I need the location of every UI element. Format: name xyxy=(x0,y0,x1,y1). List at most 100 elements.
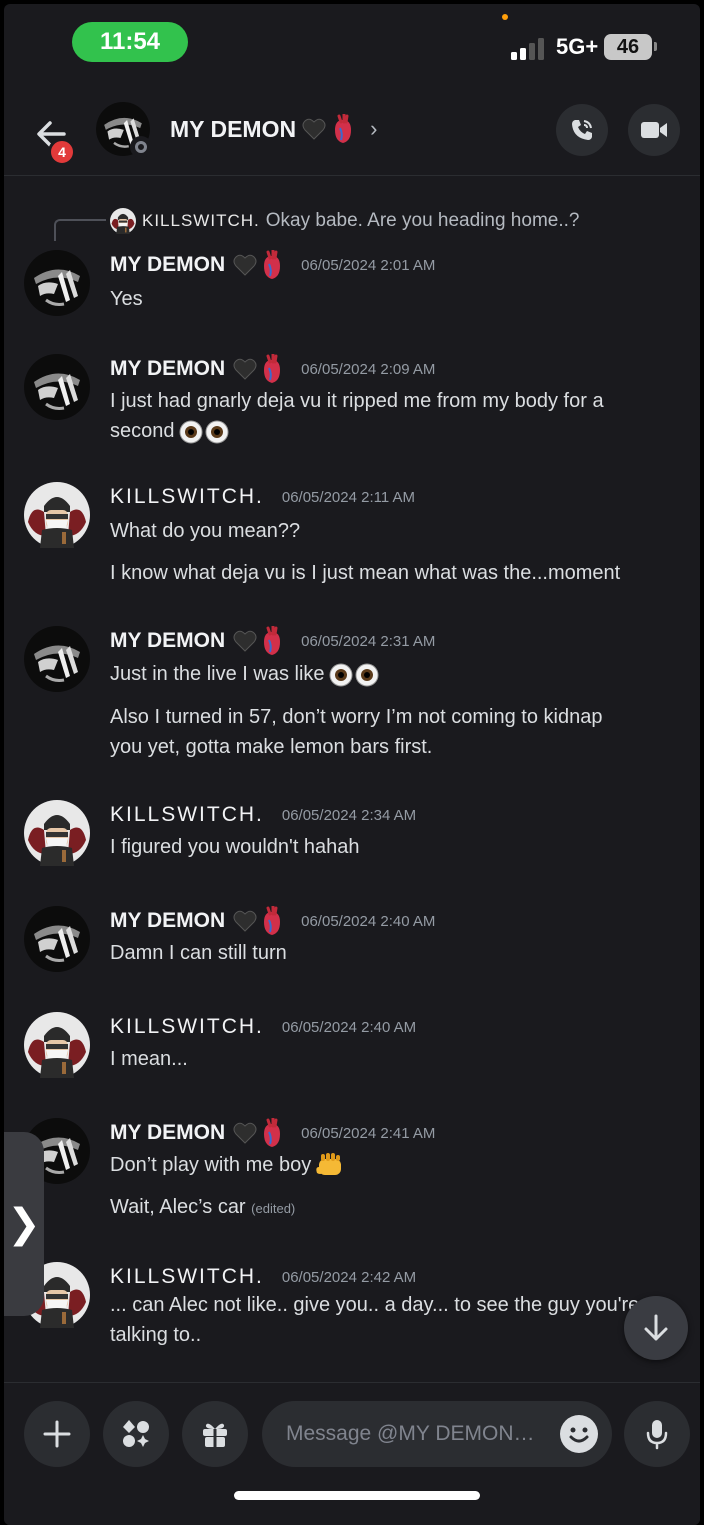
message-author[interactable]: MY DEMON xyxy=(110,253,225,277)
anatomical-heart-icon xyxy=(261,906,283,936)
avatar[interactable] xyxy=(24,354,90,420)
message-author[interactable]: MY DEMON xyxy=(110,357,225,381)
message-text: talking to.. xyxy=(110,1324,202,1346)
battery-tip xyxy=(654,42,657,51)
message-author[interactable]: KILLSWITCH. xyxy=(110,485,264,509)
message-text: Damn I can still turn xyxy=(110,942,287,964)
avatar[interactable] xyxy=(24,626,90,692)
video-call-button[interactable] xyxy=(628,104,680,156)
message-text-line: second xyxy=(110,416,680,446)
jump-to-latest-button[interactable] xyxy=(624,1296,688,1360)
avatar[interactable] xyxy=(24,482,90,548)
fist-icon xyxy=(316,1152,342,1175)
reply-text: Okay babe. Are you heading home..? xyxy=(265,210,580,231)
apps-button[interactable] xyxy=(103,1401,169,1467)
voice-call-button[interactable] xyxy=(556,104,608,156)
message-timestamp: 06/05/2024 2:40 AM xyxy=(281,1018,417,1036)
chevron-right-icon: › xyxy=(370,116,378,141)
anatomical-heart-icon xyxy=(332,114,354,144)
anatomical-heart-icon xyxy=(261,250,283,280)
message-text: I figured you wouldn't hahah xyxy=(110,836,360,858)
channel-title[interactable]: MY DEMON › xyxy=(170,114,377,144)
message-text: I just had gnarly deja vu it ripped me f… xyxy=(110,390,604,412)
message-text: Just in the live I was like xyxy=(110,663,325,685)
anatomical-heart-icon xyxy=(261,1118,283,1148)
message-text: What do you mean?? xyxy=(110,520,301,542)
signal-icon xyxy=(511,36,551,60)
message-text: Yes xyxy=(110,288,143,310)
message-list[interactable]: KILLSWITCH. Okay babe. Are you heading h… xyxy=(4,176,700,1382)
gift-icon xyxy=(203,1423,227,1447)
message-timestamp: 06/05/2024 2:40 AM xyxy=(301,912,436,930)
message-text: ... can Alec not like.. give you.. a day… xyxy=(110,1294,640,1316)
attach-button[interactable] xyxy=(24,1401,90,1467)
chat-header: 4 MY DEMON › xyxy=(4,84,700,176)
message-text-line: Wait, Alec’s car (edited) xyxy=(110,1192,680,1224)
eyes-icon xyxy=(329,663,379,687)
reply-preview[interactable]: KILLSWITCH. Okay babe. Are you heading h… xyxy=(110,208,579,234)
discord-dm-screen: 11:54 5G+ 46 4 MY DEMON › KILLSWITCH. Ok… xyxy=(4,4,700,1525)
message-timestamp: 06/05/2024 2:11 AM xyxy=(281,488,416,506)
message-author[interactable]: KILLSWITCH. xyxy=(110,803,264,827)
message-text: Don’t play with me boy xyxy=(110,1154,312,1176)
gift-button[interactable] xyxy=(182,1401,248,1467)
message-text: I know what deja vu is I just mean what … xyxy=(110,562,621,584)
voice-message-button[interactable] xyxy=(624,1401,690,1467)
message-text: Wait, Alec’s car xyxy=(110,1196,246,1218)
edited-label: (edited) xyxy=(251,1201,296,1216)
eyes-icon xyxy=(179,420,229,444)
chevron-right-icon: ❯ xyxy=(7,1202,41,1246)
phone-call-icon xyxy=(572,120,592,140)
plus-icon xyxy=(43,1420,71,1448)
black-heart-icon xyxy=(233,358,257,380)
message-author[interactable]: MY DEMON xyxy=(110,629,225,653)
avatar[interactable] xyxy=(24,906,90,972)
emoji-icon xyxy=(569,1427,589,1443)
message-text: I mean... xyxy=(110,1048,188,1070)
unread-badge: 4 xyxy=(48,138,76,166)
video-camera-icon xyxy=(641,122,667,138)
microphone-icon xyxy=(646,1420,668,1450)
page-title: MY DEMON xyxy=(170,115,297,142)
apps-icon xyxy=(123,1420,149,1447)
black-heart-icon xyxy=(233,254,257,276)
message-author[interactable]: KILLSWITCH. xyxy=(110,1015,264,1039)
avatar[interactable] xyxy=(24,1012,90,1078)
message-text: second xyxy=(110,420,175,442)
black-heart-icon xyxy=(302,118,326,140)
black-heart-icon xyxy=(233,1122,257,1144)
arrow-down-icon xyxy=(644,1314,668,1341)
message-text: Also I turned in 57, don’t worry I’m not… xyxy=(110,706,603,728)
message-timestamp: 06/05/2024 2:01 AM xyxy=(301,256,436,274)
emoji-button[interactable] xyxy=(560,1415,598,1453)
black-heart-icon xyxy=(233,630,257,652)
privacy-indicator xyxy=(502,14,508,20)
drawer-handle[interactable]: ❯ xyxy=(4,1132,44,1316)
avatar[interactable] xyxy=(24,250,90,316)
battery-level: 46 xyxy=(604,34,652,60)
message-author[interactable]: MY DEMON xyxy=(110,909,225,933)
message-timestamp: 06/05/2024 2:09 AM xyxy=(301,360,436,378)
anatomical-heart-icon xyxy=(261,354,283,384)
message-input-placeholder: Message @MY DEMON… xyxy=(286,1422,535,1445)
message-text-line: Don’t play with me boy xyxy=(110,1150,680,1180)
message-text: you yet, gotta make lemon bars first. xyxy=(110,736,433,758)
black-heart-icon xyxy=(233,910,257,932)
message-timestamp: 06/05/2024 2:31 AM xyxy=(301,632,436,650)
avatar xyxy=(110,208,136,234)
network-type: 5G+ xyxy=(556,34,599,59)
message-timestamp: 06/05/2024 2:34 AM xyxy=(281,806,417,824)
status-time: 11:54 xyxy=(72,22,188,62)
message-text-line: Just in the live I was like xyxy=(110,659,680,689)
home-indicator xyxy=(234,1491,480,1500)
message-author[interactable]: KILLSWITCH. xyxy=(110,1265,264,1289)
avatar[interactable] xyxy=(24,800,90,866)
anatomical-heart-icon xyxy=(261,626,283,656)
message-timestamp: 06/05/2024 2:42 AM xyxy=(281,1268,417,1286)
reply-connector xyxy=(54,219,106,241)
message-composer: Message @MY DEMON… xyxy=(4,1382,700,1525)
message-timestamp: 06/05/2024 2:41 AM xyxy=(301,1124,436,1142)
message-author[interactable]: MY DEMON xyxy=(110,1121,225,1145)
reply-author: KILLSWITCH. xyxy=(142,211,260,230)
message-input[interactable]: Message @MY DEMON… xyxy=(262,1401,612,1467)
